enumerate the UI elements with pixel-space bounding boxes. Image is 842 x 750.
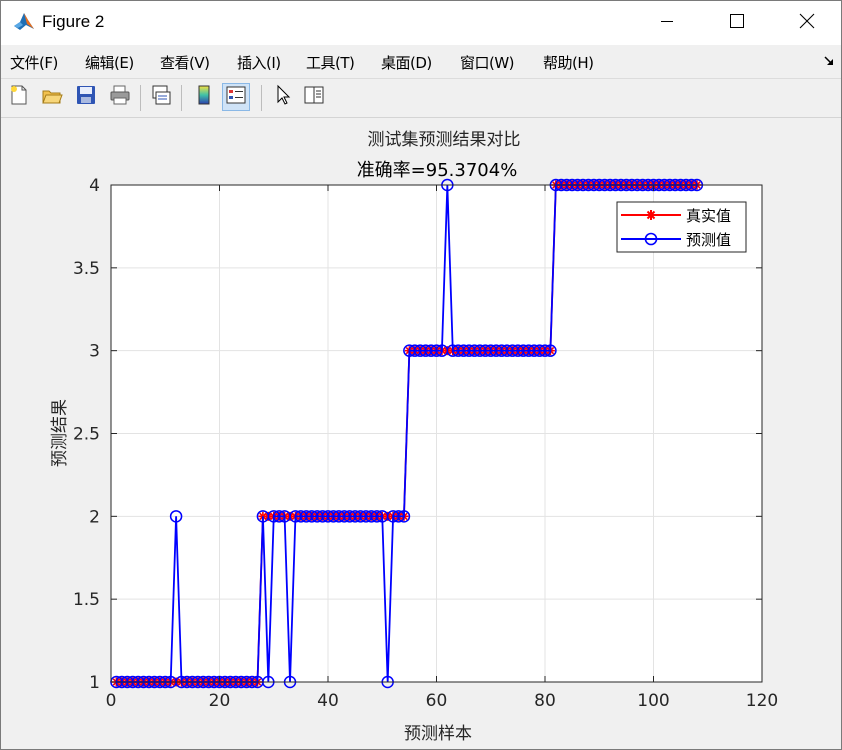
- menu-desktop[interactable]: 桌面(D): [381, 52, 432, 73]
- maximize-button[interactable]: [702, 1, 772, 45]
- minimize-icon: [659, 13, 675, 33]
- chart-canvas[interactable]: 0 20 40 60 80 100 120 1 1.5 2 2.5 3 3.5 4 测试集预测结果对比 准…: [1, 118, 841, 749]
- toolbar-separator: [261, 85, 262, 111]
- chart-subtitle: 准确率=95.3704%: [357, 160, 518, 181]
- menu-insert[interactable]: 插入(I): [237, 52, 281, 73]
- menu-help[interactable]: 帮助(H): [543, 52, 594, 73]
- y-tick-label: 2.5: [73, 425, 100, 445]
- y-tick-label: 1.5: [73, 590, 100, 610]
- legend-button[interactable]: [222, 83, 250, 111]
- title-bar[interactable]: Figure 2: [1, 1, 841, 45]
- y-tick-label: 3.5: [73, 259, 100, 279]
- x-axis-label: 预测样本: [404, 724, 472, 744]
- matlab-logo-icon: [13, 11, 35, 33]
- legend-true-label: 真实值: [686, 207, 731, 225]
- y-tick-label: 2: [89, 507, 100, 527]
- y-tick-label: 4: [89, 176, 100, 196]
- print-button[interactable]: [106, 83, 134, 111]
- legend-true-marker: [646, 210, 656, 220]
- x-tick-label: 120: [746, 691, 778, 711]
- y-tick-label: 1: [89, 673, 100, 693]
- figure-window: Figure 2 文件(F) 编辑(E) 查看(V) 插入(I) 工具(T) 桌…: [0, 0, 842, 750]
- legend-icon: [225, 84, 247, 110]
- link-plot-button[interactable]: [147, 83, 175, 111]
- x-tick-label: 60: [426, 691, 448, 711]
- toolbar-separator: [181, 85, 182, 111]
- figure-toolbar: [1, 79, 841, 118]
- legend[interactable]: 真实值 预测值: [616, 201, 747, 253]
- chart-title: 测试集预测结果对比: [368, 130, 521, 150]
- x-tick-label: 0: [106, 691, 117, 711]
- save-icon: [75, 84, 97, 110]
- y-axis-label: 预测结果: [50, 399, 70, 467]
- minimize-button[interactable]: [632, 1, 702, 45]
- close-icon: [799, 13, 815, 33]
- menu-view[interactable]: 查看(V): [160, 52, 210, 73]
- dock-arrow-icon[interactable]: [823, 55, 835, 70]
- menu-edit[interactable]: 编辑(E): [85, 52, 134, 73]
- pointer-icon: [272, 84, 294, 110]
- close-button[interactable]: [772, 1, 841, 45]
- open-file-button[interactable]: [38, 83, 66, 111]
- menu-file[interactable]: 文件(F): [10, 52, 58, 73]
- legend-pred-label: 预测值: [686, 231, 731, 249]
- link-plot-icon: [150, 84, 172, 110]
- x-tick-label: 40: [317, 691, 339, 711]
- colorbar-button[interactable]: [190, 83, 218, 111]
- menu-window[interactable]: 窗口(W): [460, 52, 515, 73]
- new-figure-icon: [8, 84, 30, 110]
- save-button[interactable]: [72, 83, 100, 111]
- y-tick-label: 3: [89, 342, 100, 362]
- x-tick-label: 20: [209, 691, 231, 711]
- colorbar-icon: [193, 84, 215, 110]
- open-file-icon: [41, 84, 63, 110]
- menu-tools[interactable]: 工具(T): [306, 52, 355, 73]
- maximize-icon: [729, 13, 745, 33]
- menu-bar: 文件(F) 编辑(E) 查看(V) 插入(I) 工具(T) 桌面(D) 窗口(W…: [1, 45, 841, 79]
- window-title: Figure 2: [42, 12, 105, 31]
- pointer-button[interactable]: [269, 83, 297, 111]
- print-icon: [109, 84, 131, 110]
- toolbar-separator: [140, 85, 141, 111]
- property-editor-icon: [303, 84, 325, 110]
- plot-area: 0 20 40 60 80 100 120 1 1.5 2 2.5 3 3.5 4 测试集预测结果对比 准…: [1, 118, 841, 749]
- x-tick-label: 100: [637, 691, 669, 711]
- property-editor-button[interactable]: [300, 83, 328, 111]
- x-tick-label: 80: [534, 691, 556, 711]
- new-figure-button[interactable]: [5, 83, 33, 111]
